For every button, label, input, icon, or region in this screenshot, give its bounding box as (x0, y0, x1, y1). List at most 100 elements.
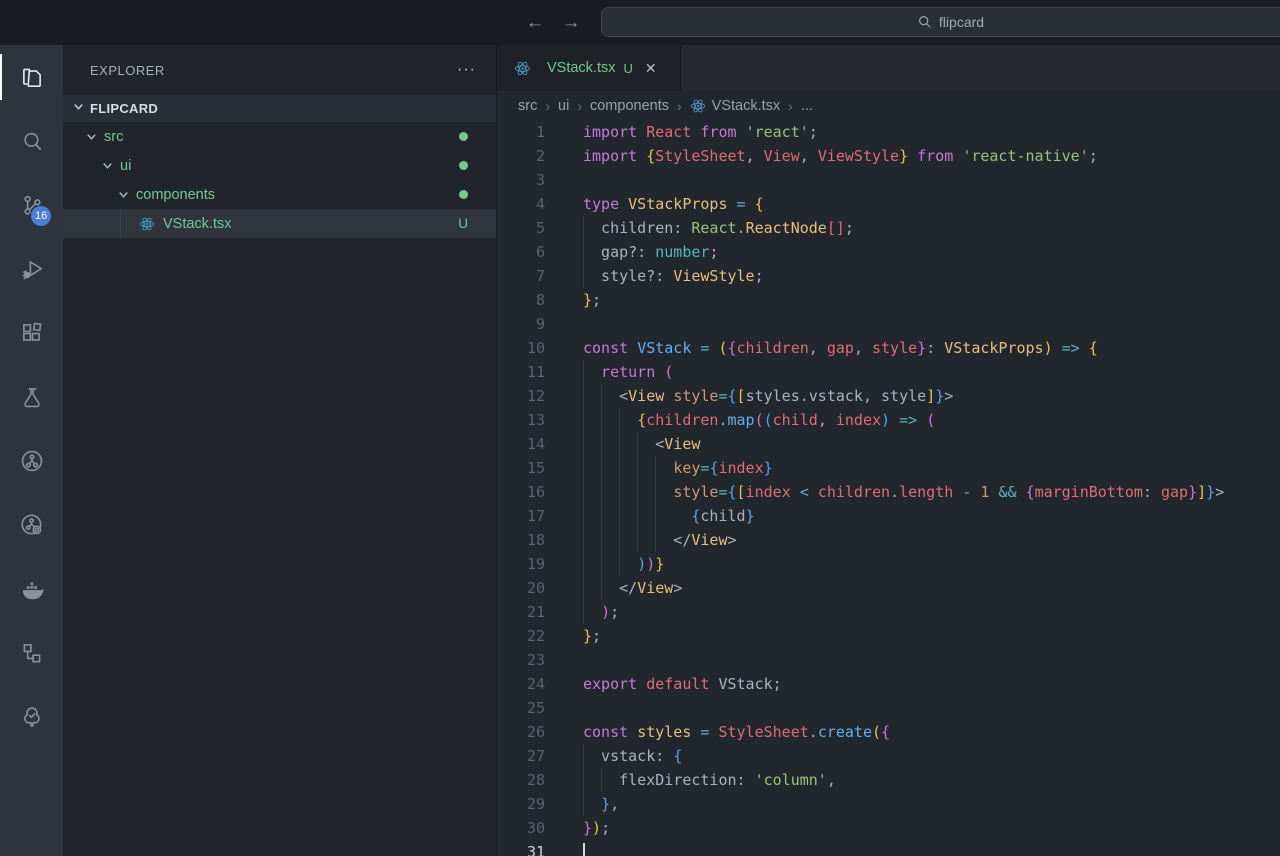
line-number[interactable]: 2 (497, 144, 565, 168)
tree-item-vstack-tsx[interactable]: VStack.tsx U (63, 209, 496, 238)
code-token: < (799, 483, 809, 501)
tree-item-src[interactable]: src (63, 122, 496, 151)
editor-code[interactable]: 1 import React from 'react'; 2 import {Styl… (497, 120, 1280, 856)
line-number[interactable]: 17 (497, 504, 565, 528)
nav-back-button[interactable]: ← (524, 12, 546, 34)
line-number[interactable]: 16 (497, 480, 565, 504)
code-line-10[interactable]: 10 const VStack = ({children, gap, style}… (497, 336, 1280, 360)
tab-vstack[interactable]: VStack.tsx U ✕ (497, 45, 681, 91)
line-number[interactable]: 23 (497, 648, 565, 672)
tree-item-ui[interactable]: ui (63, 151, 496, 180)
code-line-24[interactable]: 24 export default VStack; (497, 672, 1280, 696)
code-line-29[interactable]: 29 }, (497, 792, 1280, 816)
line-number[interactable]: 27 (497, 744, 565, 768)
code-token: . (808, 723, 818, 741)
code-line-18[interactable]: 18 </View> (497, 528, 1280, 552)
line-number[interactable]: 28 (497, 768, 565, 792)
line-number[interactable]: 21 (497, 600, 565, 624)
activity-item-extensions[interactable] (0, 301, 63, 365)
activity-item-source-control[interactable]: 16 (0, 173, 63, 237)
code-line-16[interactable]: 16 style={[index < children.length - 1 &… (497, 480, 1280, 504)
nav-forward-button[interactable]: → (560, 12, 582, 34)
workspace-section-header[interactable]: FLIPCARD (63, 95, 496, 122)
line-number[interactable]: 25 (497, 696, 565, 720)
code-line-20[interactable]: 20 </View> (497, 576, 1280, 600)
code-line-15[interactable]: 15 key={index} (497, 456, 1280, 480)
activity-item-run-debug[interactable] (0, 237, 63, 301)
line-number[interactable]: 22 (497, 624, 565, 648)
tree-item-components[interactable]: components (63, 180, 496, 209)
line-number[interactable]: 11 (497, 360, 565, 384)
line-number[interactable]: 14 (497, 432, 565, 456)
code-line-9[interactable]: 9 (497, 312, 1280, 336)
line-number[interactable]: 4 (497, 192, 565, 216)
breadcrumb-item-src[interactable]: src (518, 98, 537, 114)
explorer-sidebar: EXPLORER ··· FLIPCARD src ui components VSt… (63, 45, 497, 856)
line-number[interactable]: 24 (497, 672, 565, 696)
indent-guide (601, 432, 603, 456)
vscode-window: ← → flipcard 16 EXPLORER ··· FLIPCARD sr… (0, 0, 1280, 856)
activity-item-gitlens[interactable] (0, 429, 63, 493)
line-number[interactable]: 5 (497, 216, 565, 240)
code-line-1[interactable]: 1 import React from 'react'; (497, 120, 1280, 144)
line-number[interactable]: 15 (497, 456, 565, 480)
code-line-22[interactable]: 22}; (497, 624, 1280, 648)
code-line-30[interactable]: 30}); (497, 816, 1280, 840)
code-line-13[interactable]: 13 {children.map((child, index) => ( (497, 408, 1280, 432)
code-line-23[interactable]: 23 (497, 648, 1280, 672)
line-number[interactable]: 8 (497, 288, 565, 312)
code-line-17[interactable]: 17 {child} (497, 504, 1280, 528)
code-line-14[interactable]: 14 <View (497, 432, 1280, 456)
activity-item-explorer[interactable] (0, 45, 63, 109)
code-line-12[interactable]: 12 <View style={[styles.vstack, style]}> (497, 384, 1280, 408)
line-number[interactable]: 20 (497, 576, 565, 600)
line-number[interactable]: 30 (497, 816, 565, 840)
code-line-4[interactable]: 4 type VStackProps = { (497, 192, 1280, 216)
line-number[interactable]: 29 (497, 792, 565, 816)
line-number[interactable]: 6 (497, 240, 565, 264)
line-number[interactable]: 9 (497, 312, 565, 336)
code-token: 'react-native' (962, 147, 1089, 165)
line-number[interactable]: 10 (497, 336, 565, 360)
code-line-11[interactable]: 11 return ( (497, 360, 1280, 384)
breadcrumb-item-vstack-tsx[interactable]: VStack.tsx (690, 98, 780, 114)
code-line-8[interactable]: 8}; (497, 288, 1280, 312)
code-token: - (962, 483, 972, 501)
activity-item-docker[interactable] (0, 557, 63, 621)
code-line-19[interactable]: 19 ))} (497, 552, 1280, 576)
line-number[interactable]: 31 (497, 840, 565, 856)
code-line-3[interactable]: 3 (497, 168, 1280, 192)
code-line-6[interactable]: 6 gap?: number; (497, 240, 1280, 264)
code-line-2[interactable]: 2 import {StyleSheet, View, ViewStyle} fr… (497, 144, 1280, 168)
breadcrumb-item-ui[interactable]: ui (558, 98, 569, 114)
code-line-21[interactable]: 21 ); (497, 600, 1280, 624)
activity-item-testing[interactable] (0, 365, 63, 429)
breadcrumb-item-components[interactable]: components (590, 98, 669, 114)
activity-item-hierarchy[interactable] (0, 621, 63, 685)
line-number[interactable]: 7 (497, 264, 565, 288)
code-line-7[interactable]: 7 style?: ViewStyle; (497, 264, 1280, 288)
code-text: }, (565, 792, 1280, 816)
line-number[interactable]: 18 (497, 528, 565, 552)
code-line-28[interactable]: 28 flexDirection: 'column', (497, 768, 1280, 792)
code-line-27[interactable]: 27 vstack: { (497, 744, 1280, 768)
code-line-31[interactable]: 31 (497, 840, 1280, 856)
line-number[interactable]: 1 (497, 120, 565, 144)
hierarchy-icon (19, 640, 45, 666)
code-line-26[interactable]: 26 const styles = StyleSheet.create({ (497, 720, 1280, 744)
line-number[interactable]: 3 (497, 168, 565, 192)
activity-item-gitlens-inspect[interactable] (0, 493, 63, 557)
line-number[interactable]: 12 (497, 384, 565, 408)
line-number[interactable]: 19 (497, 552, 565, 576)
activity-bar: 16 (0, 45, 63, 856)
line-number[interactable]: 13 (497, 408, 565, 432)
more-actions-icon[interactable]: ··· (457, 61, 476, 79)
activity-item-search[interactable] (0, 109, 63, 173)
close-icon[interactable]: ✕ (645, 60, 657, 77)
code-line-25[interactable]: 25 (497, 696, 1280, 720)
line-number[interactable]: 26 (497, 720, 565, 744)
activity-item-todo-tree[interactable] (0, 685, 63, 749)
breadcrumb-item--[interactable]: ... (801, 98, 813, 114)
command-center-search[interactable]: flipcard (601, 7, 1280, 37)
code-line-5[interactable]: 5 children: React.ReactNode[]; (497, 216, 1280, 240)
